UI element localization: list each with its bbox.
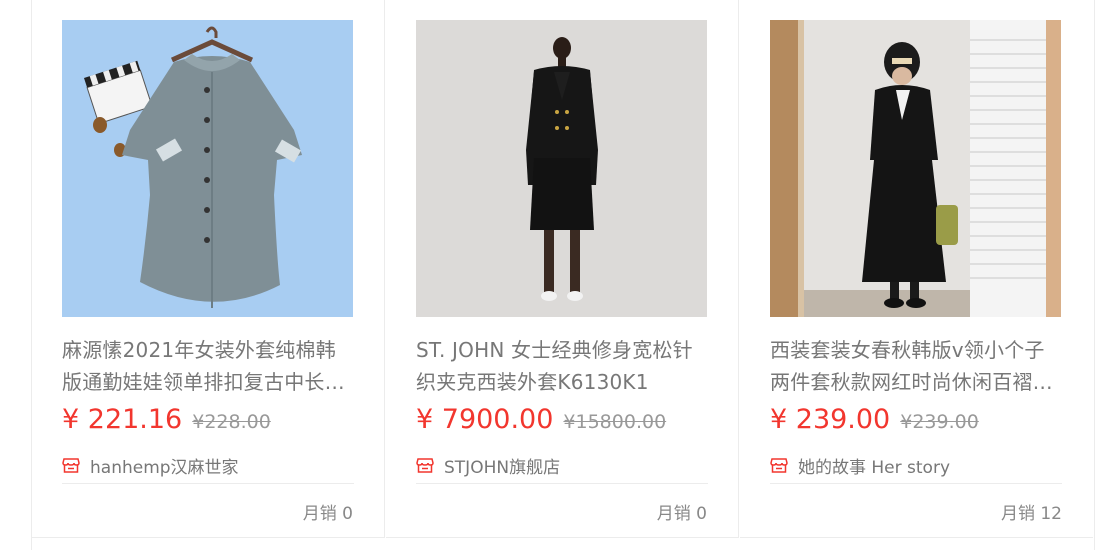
- product-card[interactable]: ST. JOHN 女士经典修身宽松针织夹克西装外套K6130K1 ¥ 7900.…: [386, 0, 739, 538]
- shop-name: hanhemp汉麻世家: [90, 457, 239, 478]
- original-price: ¥15800.00: [563, 411, 667, 433]
- monthly-sales: 月销 12: [1000, 504, 1062, 524]
- product-image[interactable]: [62, 20, 353, 317]
- shop-link[interactable]: 她的故事 Her story: [770, 453, 951, 478]
- store-icon: [770, 458, 788, 473]
- shop-link[interactable]: hanhemp汉麻世家: [62, 453, 239, 478]
- store-icon: [416, 458, 434, 473]
- product-card[interactable]: 麻源愫2021年女装外套纯棉韩版通勤娃娃领单排扣复古中长款衬衫风衣 ¥ 221.…: [32, 0, 385, 538]
- product-title[interactable]: ST. JOHN 女士经典修身宽松针织夹克西装外套K6130K1: [416, 334, 708, 398]
- price-row: ¥ 239.00 ¥239.00: [770, 404, 979, 444]
- current-price: ¥ 221.16: [62, 404, 183, 435]
- product-grid: 麻源愫2021年女装外套纯棉韩版通勤娃娃领单排扣复古中长款衬衫风衣 ¥ 221.…: [31, 0, 1095, 550]
- product-photo-gray-shirt-coat: [62, 20, 353, 317]
- divider: [62, 483, 354, 484]
- shop-link[interactable]: STJOHN旗舰店: [416, 453, 561, 478]
- product-photo-black-jacket-model: [416, 20, 707, 317]
- store-icon: [62, 458, 80, 473]
- price-row: ¥ 7900.00 ¥15800.00: [416, 404, 666, 444]
- product-image[interactable]: [416, 20, 707, 317]
- shop-name: STJOHN旗舰店: [444, 457, 561, 478]
- product-photo-black-suit-skirt: [770, 20, 1061, 317]
- monthly-sales: 月销 0: [656, 504, 707, 524]
- original-price: ¥228.00: [192, 411, 271, 433]
- monthly-sales: 月销 0: [302, 504, 353, 524]
- product-card[interactable]: 西装套装女春秋韩版v领小个子两件套秋款网红时尚休闲百褶裙套装 ¥ 239.00¥…: [740, 0, 1093, 538]
- product-title[interactable]: 麻源愫2021年女装外套纯棉韩版通勤娃娃领单排扣复古中长款衬衫风衣: [62, 334, 354, 398]
- current-price: ¥ 7900.00: [416, 404, 554, 435]
- divider: [770, 483, 1062, 484]
- price-row: ¥ 221.16 ¥228.00: [62, 404, 271, 444]
- product-image[interactable]: [770, 20, 1061, 317]
- current-price: ¥ 239.00: [770, 404, 891, 435]
- shop-name: 她的故事 Her story: [798, 457, 951, 478]
- original-price: ¥239.00: [900, 411, 979, 433]
- product-title[interactable]: 西装套装女春秋韩版v领小个子两件套秋款网红时尚休闲百褶裙套装: [770, 334, 1062, 398]
- divider: [416, 483, 708, 484]
